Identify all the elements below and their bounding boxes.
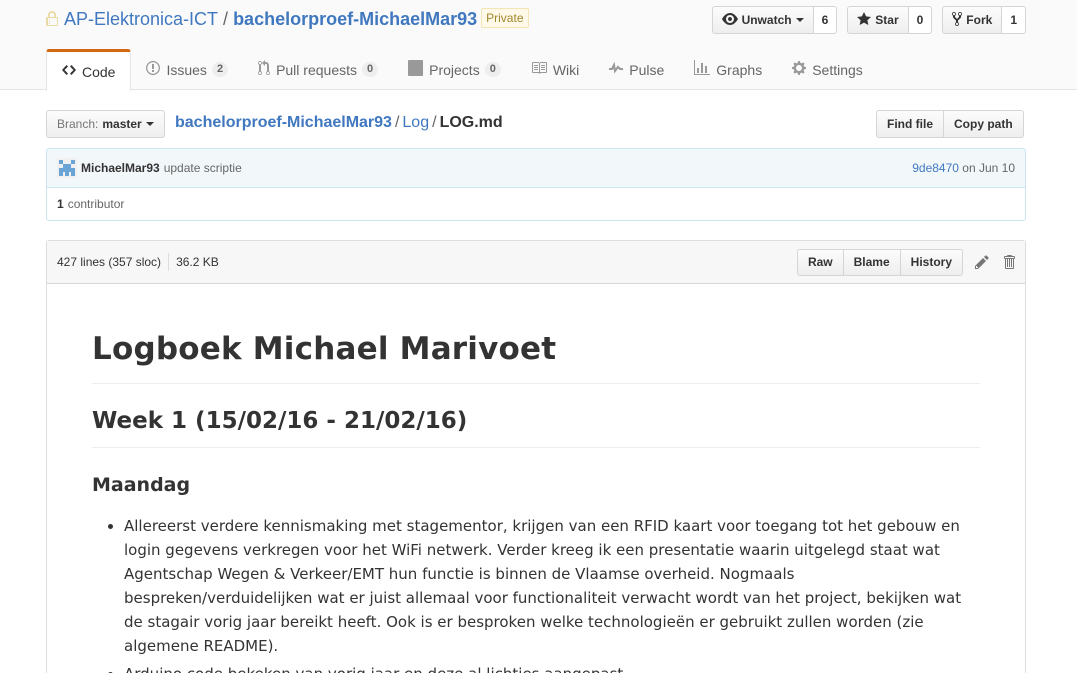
repo-title-separator: / <box>223 9 229 29</box>
tab-issues-label: Issues <box>166 61 207 78</box>
commit-date: on Jun 10 <box>962 161 1015 175</box>
gear-icon <box>792 60 812 79</box>
branch-select-button[interactable]: Branch: master <box>46 110 165 138</box>
issue-opened-icon <box>146 60 166 79</box>
tab-projects-label: Projects <box>429 61 480 78</box>
star-count[interactable]: 0 <box>908 6 933 34</box>
breadcrumb-dir-link[interactable]: Log <box>402 114 429 131</box>
repo-nav: Code Issues 2 Pull requests 0 Projects 0… <box>46 49 878 91</box>
projects-counter: 0 <box>484 62 501 77</box>
branch-name: master <box>102 117 142 131</box>
star-button[interactable]: Star <box>847 6 909 34</box>
trashcan-icon[interactable] <box>1003 254 1015 270</box>
day-heading: Maandag <box>92 474 191 496</box>
tab-pulse[interactable]: Pulse <box>594 49 679 90</box>
repo-header: AP-Elektronica-ICT / bachelorproef-Michael… <box>0 0 1077 91</box>
tab-projects[interactable]: Projects 0 <box>393 49 516 90</box>
fork-button[interactable]: Fork <box>942 6 1003 34</box>
pulse-icon <box>609 60 629 79</box>
unwatch-label: Unwatch <box>741 13 792 27</box>
graph-icon <box>694 60 716 79</box>
contributors-count: 1 <box>57 197 64 211</box>
tab-wiki-label: Wiki <box>552 61 580 78</box>
fork-icon <box>952 11 966 30</box>
history-button[interactable]: History <box>899 248 963 276</box>
find-file-button[interactable]: Find file <box>876 110 944 138</box>
private-badge: Private <box>481 8 529 28</box>
code-icon <box>62 62 82 81</box>
breadcrumb-repo-link[interactable]: bachelorproef-MichaelMar93 <box>175 114 392 131</box>
file-actions: Raw Blame History <box>796 248 1015 276</box>
tab-pulse-label: Pulse <box>629 61 665 78</box>
tab-issues[interactable]: Issues 2 <box>131 49 243 90</box>
file-box: 427 lines (357 sloc) 36.2 KB Raw Blame H… <box>46 240 1026 673</box>
lock-icon <box>46 10 58 32</box>
breadcrumb-separator: / <box>394 114 400 131</box>
fork-count[interactable]: 1 <box>1002 6 1026 34</box>
file-size: 36.2 KB <box>176 255 219 269</box>
repo-owner-link[interactable]: AP-Elektronica-ICT <box>64 9 218 29</box>
file-info: 427 lines (357 sloc) 36.2 KB <box>57 253 219 271</box>
tab-code[interactable]: Code <box>46 49 132 91</box>
contributors-bar[interactable]: 1 contributor <box>46 188 1026 221</box>
breadcrumb-file: LOG.md <box>439 114 503 131</box>
commit-message-link[interactable]: update scriptie <box>164 161 242 175</box>
pagehead-actions: Unwatch 6 Star 0 Fork 1 <box>702 6 1026 34</box>
blame-button[interactable]: Blame <box>842 248 901 276</box>
file-info-divider <box>168 253 170 271</box>
tab-wiki[interactable]: Wiki <box>516 49 594 90</box>
file-lines: 427 lines (357 sloc) <box>57 255 162 269</box>
list-item: Arduino code bekeken van vorig jaar en d… <box>124 662 980 673</box>
week-heading: Week 1 (15/02/16 - 21/02/16) <box>92 406 980 448</box>
tab-code-label: Code <box>82 63 116 80</box>
copy-path-button[interactable]: Copy path <box>943 110 1024 138</box>
chevron-down-icon <box>795 18 804 22</box>
project-icon <box>408 60 429 79</box>
issues-counter: 2 <box>211 62 229 77</box>
watch-group: Unwatch 6 <box>711 6 838 34</box>
pull-requests-counter: 0 <box>362 62 379 77</box>
git-pull-request-icon <box>258 60 276 79</box>
file-header: 427 lines (357 sloc) 36.2 KB Raw Blame H… <box>47 241 1025 284</box>
commit-tease: MichaelMar93 update scriptie 9de8470 on … <box>46 148 1026 188</box>
repo-name-link[interactable]: bachelorproef-MichaelMar93 <box>233 9 477 29</box>
tab-settings-label: Settings <box>812 61 863 78</box>
tab-graphs-label: Graphs <box>716 61 763 78</box>
tab-pull-requests[interactable]: Pull requests 0 <box>243 49 393 90</box>
tab-pull-requests-label: Pull requests <box>276 61 357 78</box>
page-title: Logboek Michael Marivoet <box>92 329 980 384</box>
repo-title: AP-Elektronica-ICT / bachelorproef-Michael… <box>46 8 529 32</box>
fork-label: Fork <box>966 13 993 27</box>
commit-author-link[interactable]: MichaelMar93 <box>81 161 160 175</box>
chevron-down-icon <box>145 122 154 126</box>
list-item: Allereerst verdere kennismaking met stag… <box>124 514 980 658</box>
fork-group: Fork 1 <box>942 6 1026 34</box>
breadcrumb-separator: / <box>432 114 437 131</box>
avatar[interactable] <box>57 158 77 178</box>
tab-settings[interactable]: Settings <box>777 49 878 90</box>
file-nav-buttons: Find file Copy path <box>876 110 1024 138</box>
star-group: Star 0 <box>847 6 933 34</box>
contributors-label: contributor <box>67 197 125 211</box>
breadcrumb: bachelorproef-MichaelMar93/Log / LOG.md <box>175 112 503 134</box>
book-icon <box>531 60 553 79</box>
commit-sha-link[interactable]: 9de8470 <box>912 161 959 175</box>
log-list: Allereerst verdere kennismaking met stag… <box>92 514 980 673</box>
star-label: Star <box>875 13 899 27</box>
markdown-body: Logboek Michael Marivoet Week 1 (15/02/1… <box>47 284 1025 673</box>
star-icon <box>857 11 875 30</box>
watch-count[interactable]: 6 <box>813 6 838 34</box>
unwatch-button[interactable]: Unwatch <box>711 6 814 34</box>
file-view-buttons: Raw Blame History <box>796 248 963 276</box>
tab-graphs[interactable]: Graphs <box>679 49 777 90</box>
branch-label: Branch: <box>57 117 99 131</box>
commit-meta: 9de8470 on Jun 10 <box>912 161 1015 175</box>
eye-icon <box>721 11 742 30</box>
pencil-icon[interactable] <box>975 254 989 270</box>
raw-button[interactable]: Raw <box>796 248 844 276</box>
